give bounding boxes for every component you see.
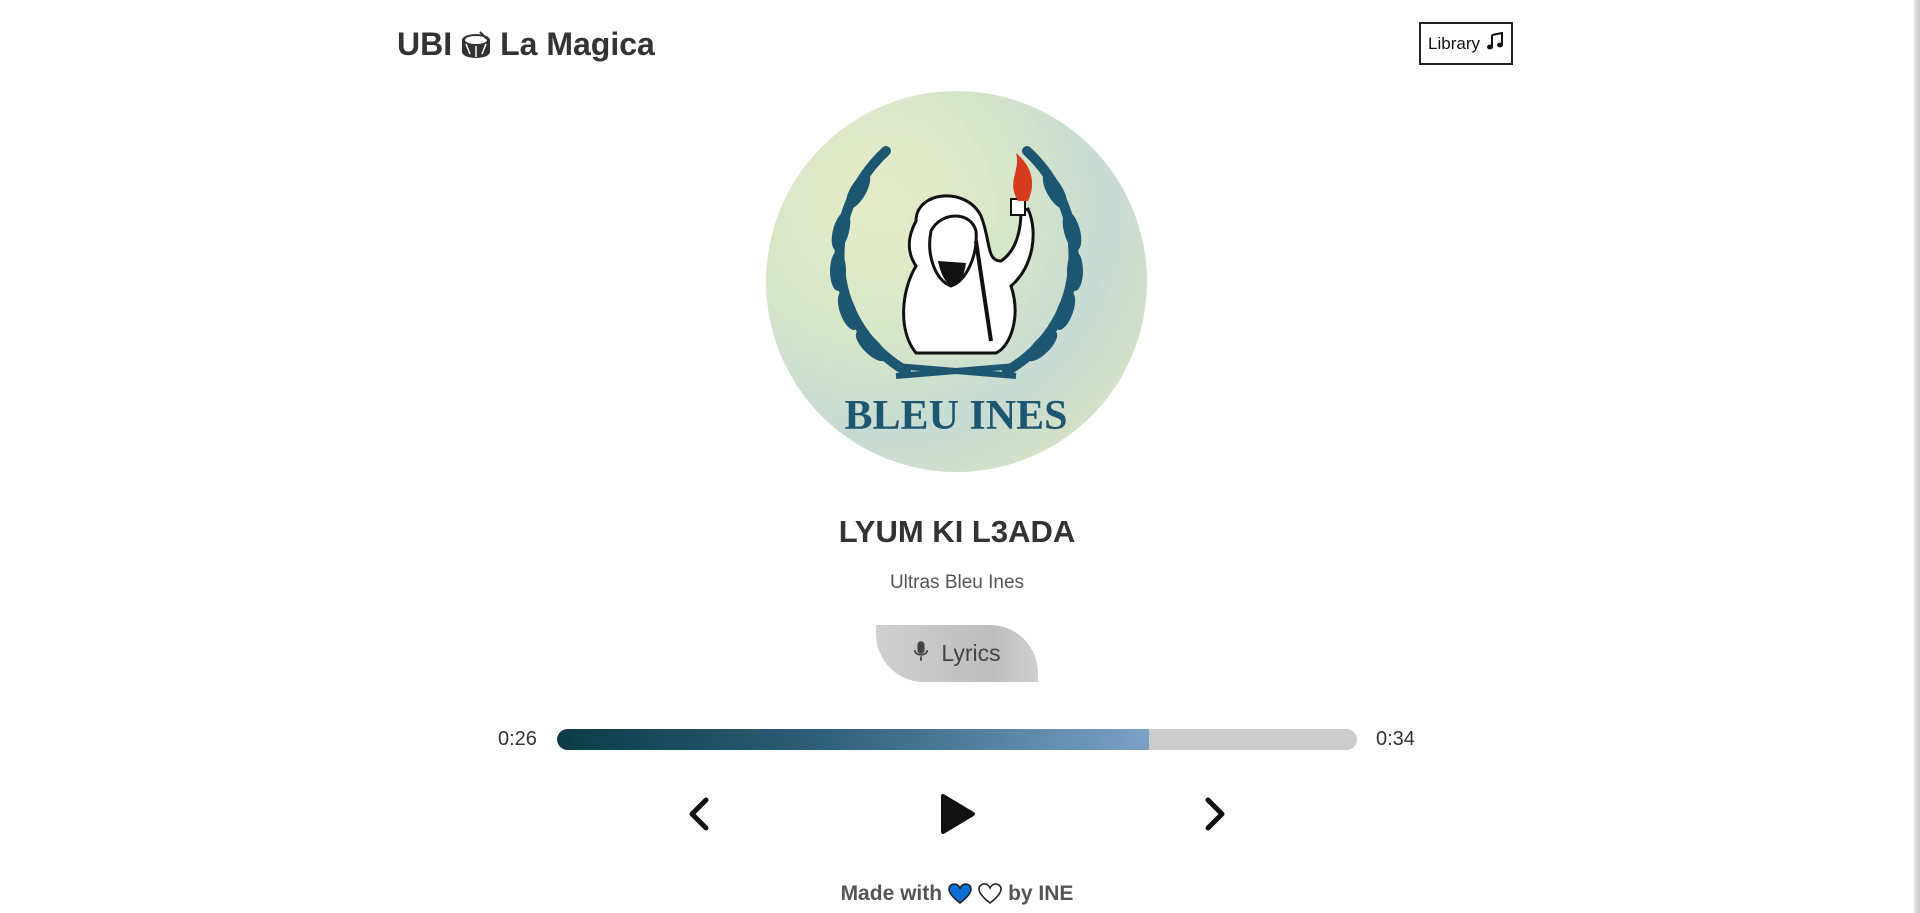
library-button[interactable]: Library xyxy=(1419,22,1513,65)
brand-suffix: La Magica xyxy=(500,26,655,62)
library-label: Library xyxy=(1428,33,1480,53)
next-track-button[interactable] xyxy=(1200,796,1230,832)
page-scrollbar[interactable] xyxy=(1914,0,1920,913)
total-time: 0:34 xyxy=(1376,728,1415,750)
chevron-right-icon xyxy=(1205,797,1225,831)
app-brand: UBI La Magica xyxy=(397,26,655,63)
song-title: LYUM KI L3ADA xyxy=(838,514,1076,549)
chevron-left-icon xyxy=(689,797,709,831)
footer-made-with: Made with xyxy=(840,882,943,905)
cover-text: BLEU INES xyxy=(845,393,1068,439)
album-cover: BLEU INES xyxy=(766,91,1147,472)
current-time: 0:26 xyxy=(498,728,537,750)
blue-heart-icon xyxy=(948,883,972,905)
previous-track-button[interactable] xyxy=(684,796,714,832)
lyrics-button[interactable]: Lyrics xyxy=(876,625,1038,682)
warrior-figure xyxy=(902,194,1035,355)
brand-prefix: UBI xyxy=(397,26,453,62)
lyrics-label: Lyrics xyxy=(941,640,1001,666)
play-icon xyxy=(941,794,975,834)
microphone-icon xyxy=(913,640,929,668)
drum-icon xyxy=(460,30,492,60)
footer-credit: Made with by INE xyxy=(0,882,1914,906)
white-heart-icon xyxy=(978,883,1002,905)
torch-flame xyxy=(1013,153,1033,201)
play-button[interactable] xyxy=(937,792,977,836)
music-note-icon xyxy=(1486,31,1504,55)
artist-name: Ultras Bleu Ines xyxy=(889,572,1025,593)
progress-fill xyxy=(557,729,1149,750)
progress-bar[interactable] xyxy=(557,729,1357,750)
footer-by: by INE xyxy=(1008,882,1074,905)
